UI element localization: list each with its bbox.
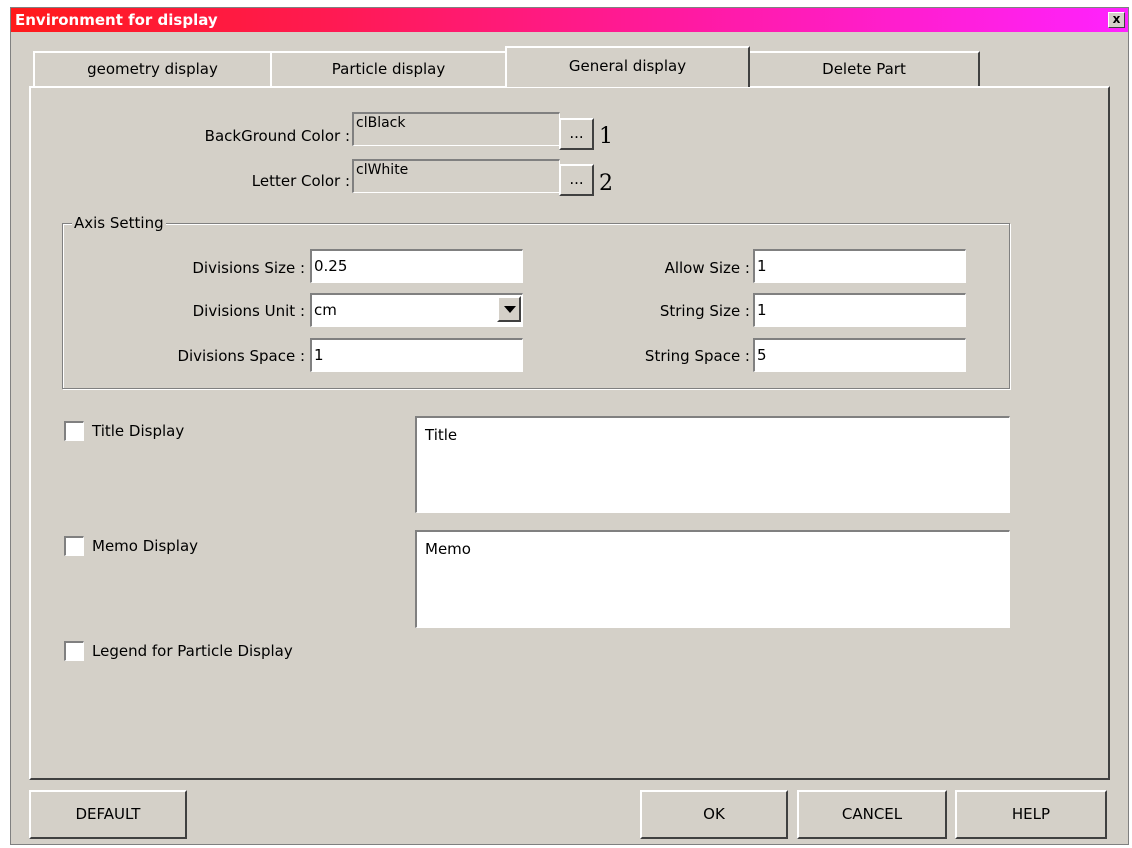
annotation-1: 1 [599, 124, 613, 149]
legend-checkbox[interactable] [64, 641, 84, 661]
letter-color-field: clWhite [352, 159, 560, 193]
letter-color-browse-button[interactable]: ... [559, 164, 594, 196]
background-color-label: BackGround Color : [204, 127, 350, 145]
axis-setting-title: Axis Setting [72, 214, 166, 232]
ok-button[interactable]: OK [640, 790, 788, 839]
memo-display-label: Memo Display [92, 537, 199, 555]
divisions-unit-label: Divisions Unit : [192, 302, 305, 320]
divisions-unit-value: cm [314, 301, 337, 319]
divisions-space-label: Divisions Space : [177, 347, 305, 365]
chevron-down-icon[interactable] [497, 296, 521, 322]
title-display-checkbox[interactable] [64, 421, 84, 441]
title-textarea[interactable]: Title [415, 416, 1010, 513]
divisions-unit-select[interactable]: cm [310, 293, 523, 327]
string-size-label: String Size : [659, 302, 750, 320]
string-space-input[interactable]: 5 [753, 338, 966, 372]
memo-display-checkbox[interactable] [64, 536, 84, 556]
title-display-label: Title Display [92, 422, 185, 440]
divisions-size-label: Divisions Size : [192, 259, 305, 277]
ellipsis-icon: ... [569, 170, 584, 188]
string-size-input[interactable]: 1 [753, 293, 966, 327]
legend-label: Legend for Particle Display [92, 642, 293, 660]
divisions-size-input[interactable]: 0.25 [310, 249, 523, 283]
string-space-label: String Space : [644, 347, 750, 365]
allow-size-input[interactable]: 1 [753, 249, 966, 283]
background-color-field: clBlack [352, 112, 560, 146]
default-button[interactable]: DEFAULT [29, 790, 187, 839]
letter-color-label: Letter Color : [251, 172, 350, 190]
help-button[interactable]: HELP [955, 790, 1107, 839]
memo-textarea[interactable]: Memo [415, 530, 1010, 628]
annotation-2: 2 [599, 171, 613, 196]
ellipsis-icon: ... [569, 124, 584, 142]
cancel-button[interactable]: CANCEL [797, 790, 947, 839]
background-color-browse-button[interactable]: ... [559, 118, 594, 150]
allow-size-label: Allow Size : [664, 259, 750, 277]
divisions-space-input[interactable]: 1 [310, 338, 523, 372]
